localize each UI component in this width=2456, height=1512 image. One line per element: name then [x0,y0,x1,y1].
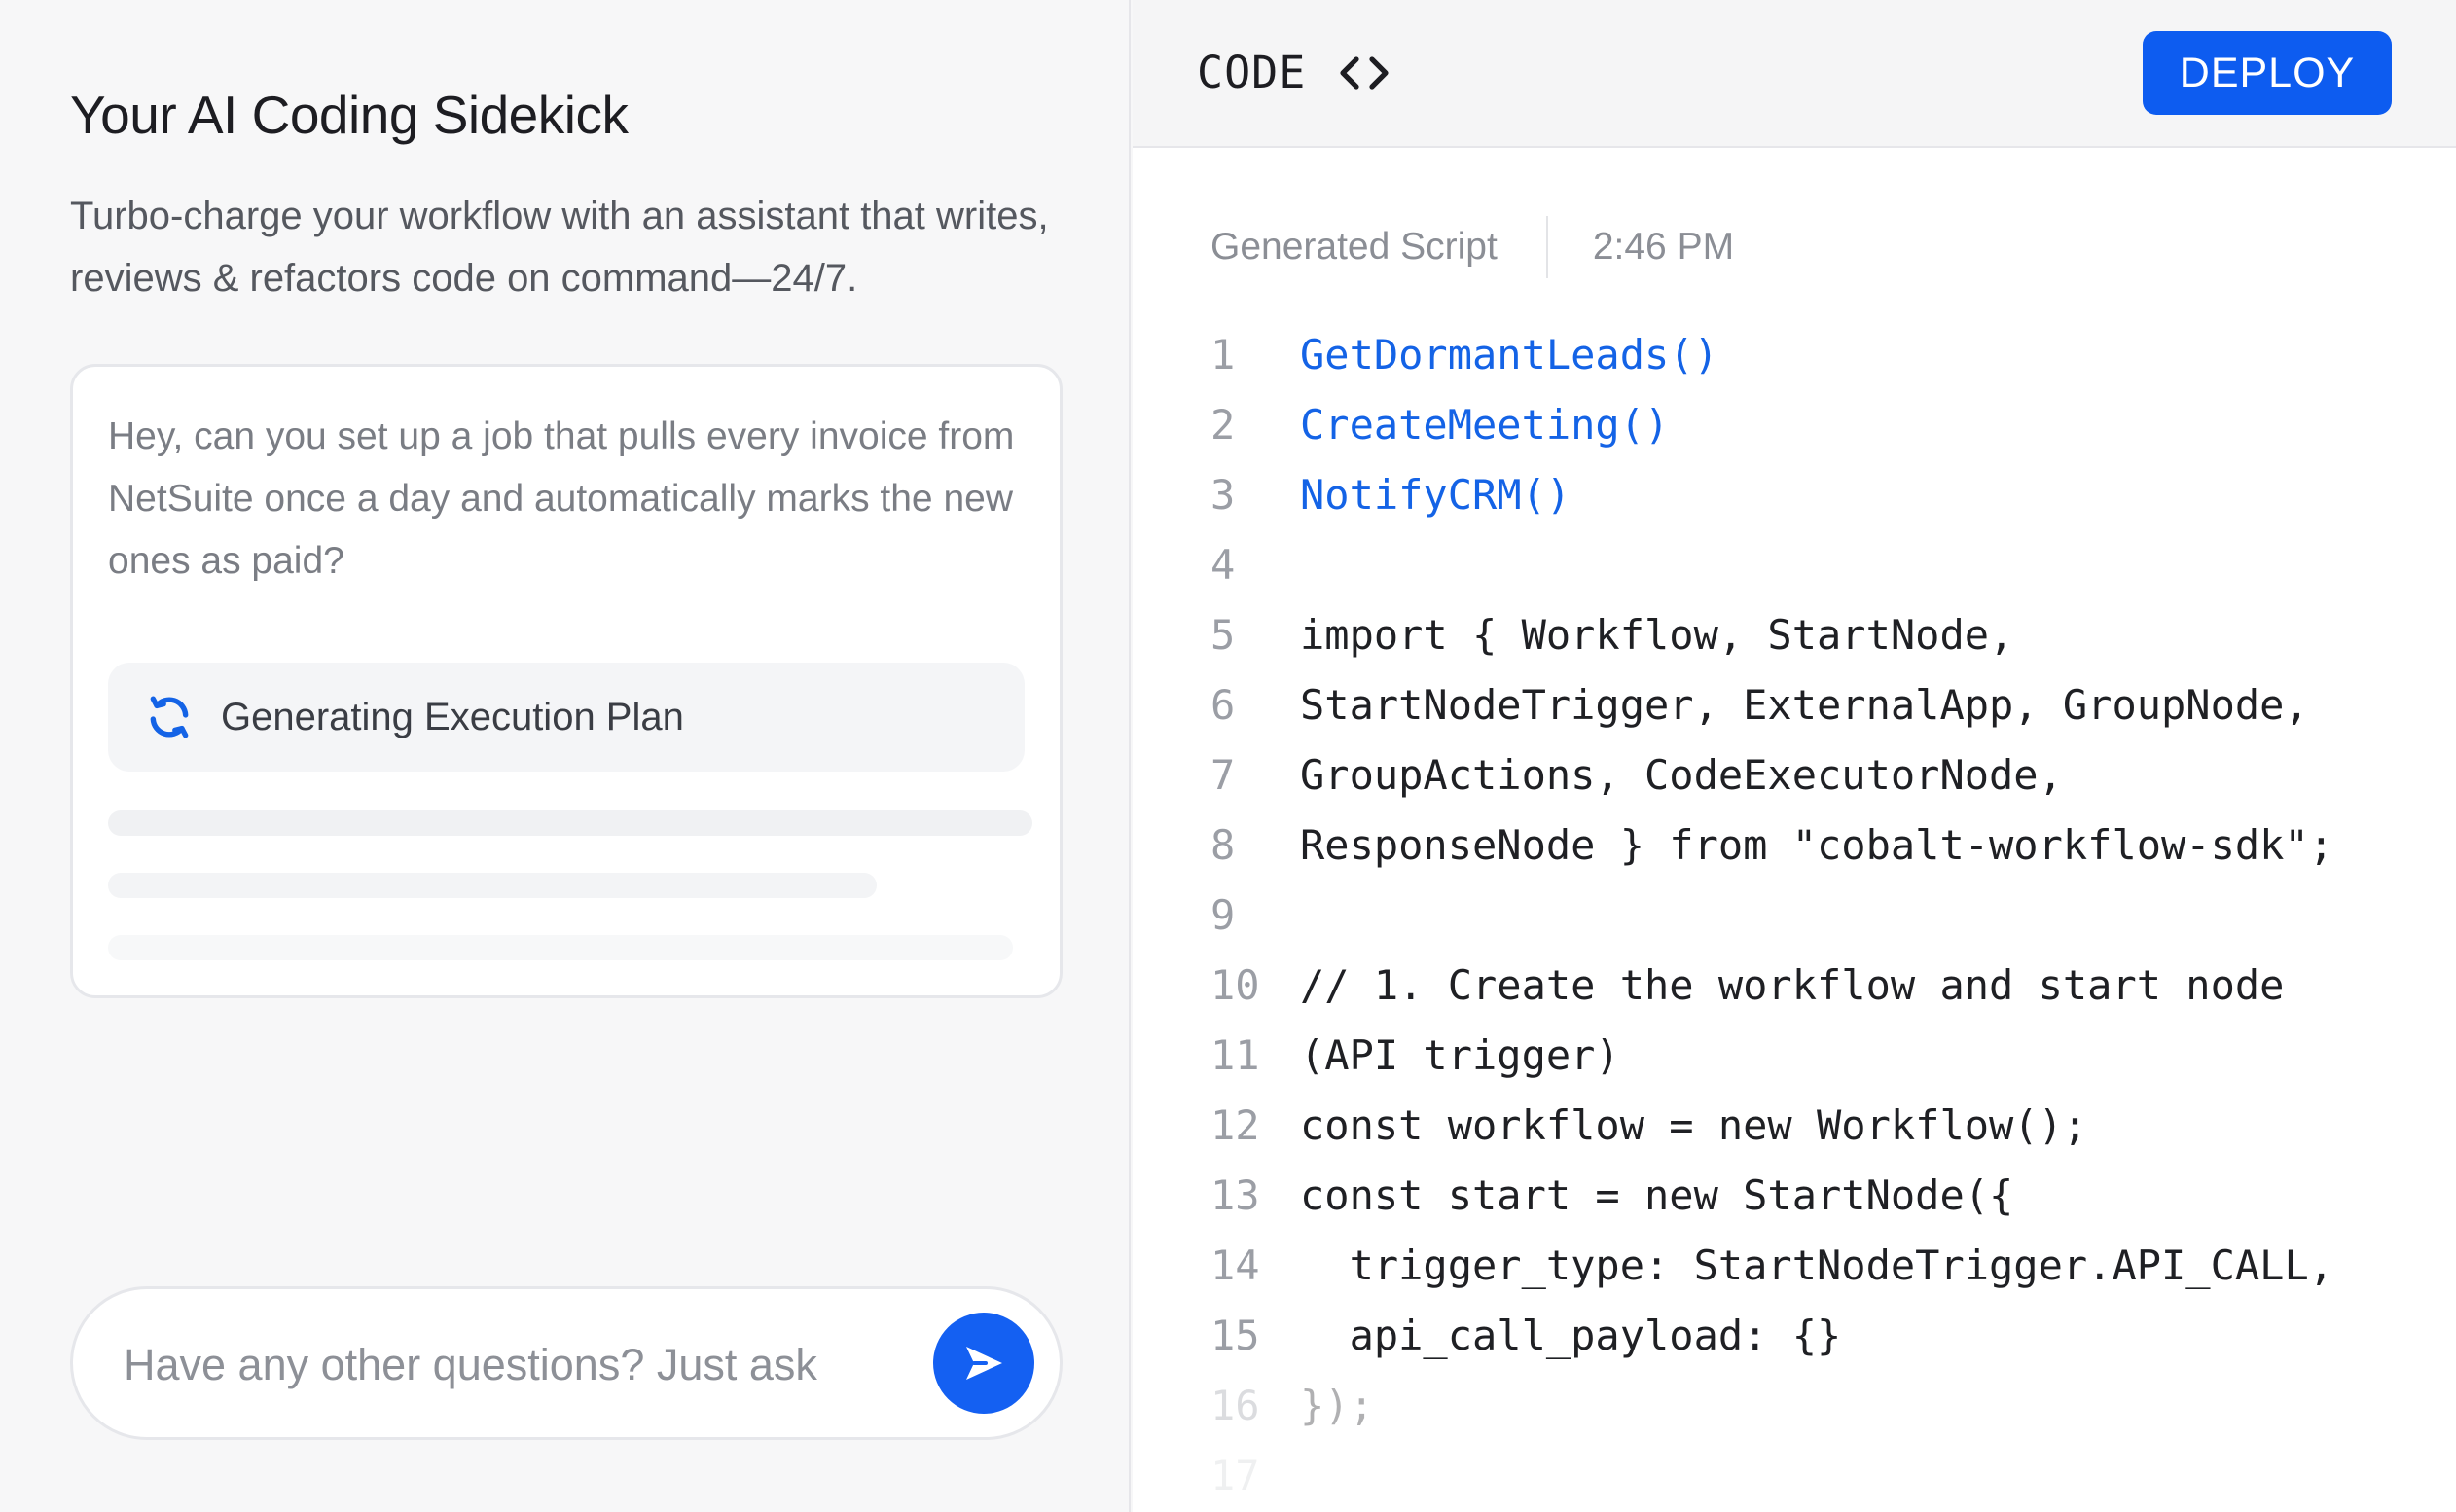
loading-skeleton [108,935,1013,960]
code-panel: CODE DEPLOY Generated Script 2:46 PM 1 Ge… [1133,0,2456,1512]
line-number: 12 [1210,1100,1260,1149]
send-button[interactable] [933,1313,1034,1414]
line-number: 8 [1210,820,1236,869]
page-title: Your AI Coding Sidekick [70,85,629,145]
line-number: 5 [1210,610,1236,659]
chat-panel: Your AI Coding Sidekick Turbo-charge you… [0,0,1131,1512]
loading-skeleton [108,810,1032,836]
code-editor: 1 GetDormantLeads() 2 CreateMeeting() 3 Notif… [1210,319,2446,1510]
line-code: import { Workflow, StartNode, [1300,610,2014,659]
chat-input[interactable] [124,1324,883,1406]
page-subtitle: Turbo-charge your workflow with an assis… [70,195,1049,300]
line-number: 16 [1210,1381,1260,1429]
line-number: 6 [1210,680,1236,729]
code-line: 1 GetDormantLeads() [1210,319,2446,389]
code-line: 4 [1210,529,2446,599]
line-code: NotifyCRM() [1300,470,1571,519]
line-code: const workflow = new Workflow(); [1300,1100,2088,1149]
code-line: 17 [1210,1440,2446,1510]
code-brackets-icon [1340,55,1389,90]
code-line: 12 const workflow = new Workflow(); [1210,1090,2446,1160]
code-line: 11 (API trigger) [1210,1020,2446,1090]
prompt-card: Hey, can you set up a job that pulls eve… [70,364,1063,998]
line-number: 11 [1210,1030,1260,1079]
code-line: 10 // 1. Create the workflow and start no… [1210,950,2446,1020]
code-line: 5 import { Workflow, StartNode, [1210,599,2446,669]
line-number: 14 [1210,1241,1260,1289]
line-number: 10 [1210,960,1260,1009]
line-code: StartNodeTrigger, ExternalApp, GroupNode… [1300,680,2309,729]
code-line: 16}); [1210,1370,2446,1440]
code-line: 14 trigger_type: StartNodeTrigger.API_CA… [1210,1230,2446,1300]
line-number: 15 [1210,1311,1260,1359]
code-line: 9 [1210,880,2446,950]
code-line: 7 GroupActions, CodeExecutorNode, [1210,739,2446,810]
code-line: 15 api_call_payload: {} [1210,1300,2446,1370]
line-number: 17 [1210,1451,1260,1499]
line-code: CreateMeeting() [1300,400,1670,449]
line-code: ResponseNode } from "cobalt-workflow-sdk… [1300,820,2334,869]
code-line: 13 const start = new StartNode({ [1210,1160,2446,1230]
line-number: 2 [1210,400,1236,449]
code-title: CODE [1197,47,1391,98]
divider [1545,216,1548,278]
line-number: 7 [1210,750,1236,799]
user-prompt: Hey, can you set up a job that pulls eve… [108,415,1015,582]
line-code: const start = new StartNode({ [1300,1170,2014,1219]
line-number: 4 [1210,540,1236,589]
send-icon [966,1347,1002,1380]
code-header: CODE DEPLOY [1133,0,2456,148]
code-line: 3 NotifyCRM() [1210,459,2446,529]
refresh-icon [150,696,189,738]
status-label: Generating Execution Plan [221,695,684,738]
line-number: 3 [1210,470,1236,519]
line-code: GroupActions, CodeExecutorNode, [1300,750,2063,799]
loading-skeleton [108,873,877,898]
script-label: Generated Script [1210,226,1498,268]
line-code: (API trigger) [1300,1030,1620,1079]
code-line: 8 ResponseNode } from "cobalt-workflow-sd… [1210,810,2446,880]
script-meta: Generated Script 2:46 PM [1210,216,1734,278]
status-pill: Generating Execution Plan [108,663,1025,772]
deploy-button[interactable]: DEPLOY [2143,31,2392,115]
code-title-label: CODE [1197,47,1307,98]
code-line: 6 StartNodeTrigger, ExternalApp, GroupNod… [1210,669,2446,739]
line-code: GetDormantLeads() [1300,330,1718,378]
line-number: 13 [1210,1170,1260,1219]
code-line: 2 CreateMeeting() [1210,389,2446,459]
line-code: api_call_payload: {} [1300,1311,1842,1359]
chat-input-box [70,1286,1063,1440]
line-code: trigger_type: StartNodeTrigger.API_CALL, [1300,1241,2334,1289]
line-code: // 1. Create the workflow and start node [1300,960,2285,1009]
line-number: 1 [1210,330,1236,378]
line-number: 9 [1210,890,1236,939]
line-code: }); [1300,1381,1374,1429]
script-time: 2:46 PM [1592,226,1735,268]
